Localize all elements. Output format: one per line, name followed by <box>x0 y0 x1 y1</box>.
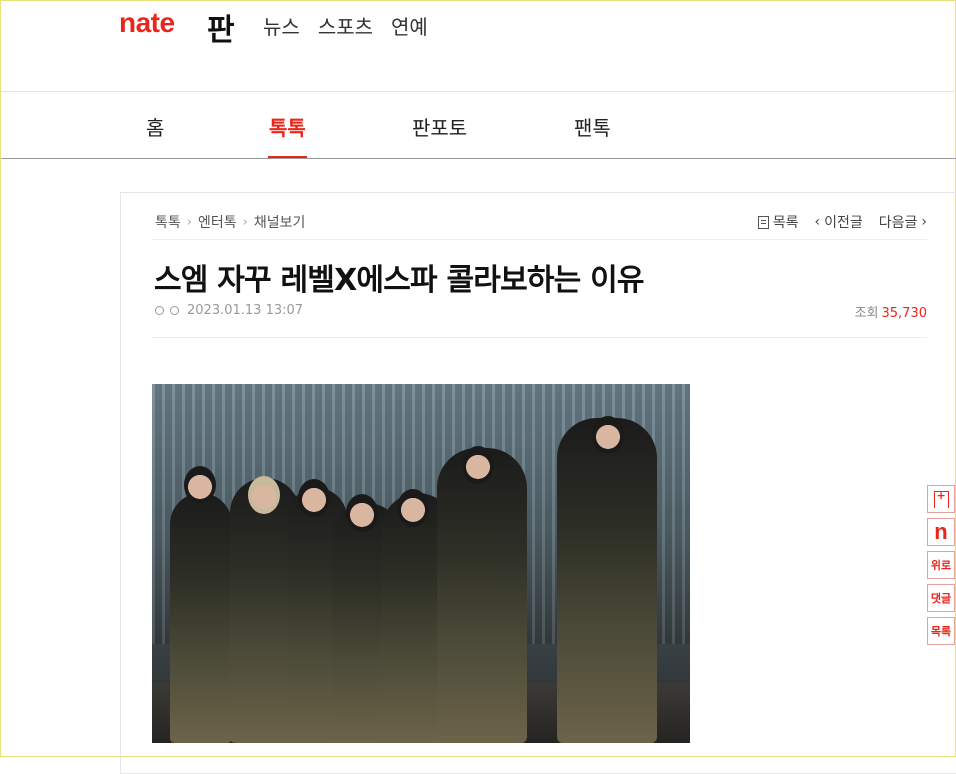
article-nav: 목록 ‹ 이전글 다음글 › <box>757 212 927 232</box>
photo-figure-head <box>462 446 494 484</box>
breadcrumb-entertalk[interactable]: 엔터톡 <box>198 212 237 232</box>
bookmark-button[interactable] <box>927 485 955 513</box>
chevron-right-icon: › <box>242 214 248 230</box>
breadcrumb-toktok[interactable]: 톡톡 <box>155 212 181 232</box>
gnb-news[interactable]: 뉴스 <box>263 11 300 40</box>
tab-home[interactable]: 홈 <box>146 112 164 141</box>
next-label: 다음글 <box>878 215 918 231</box>
views-number: 35,730 <box>881 306 928 321</box>
views-label: 조회 <box>854 306 879 321</box>
photo-figure-head <box>298 479 330 517</box>
photo-figure-head <box>397 489 429 527</box>
global-nav: 뉴스 스포츠 연예 <box>263 11 428 40</box>
article-card: 톡톡 › 엔터톡 › 채널보기 목록 ‹ 이전글 다음글 › 스엠 자꾸 레벨X… <box>120 192 956 774</box>
photo-figure-head <box>248 476 280 514</box>
tab-toktok[interactable]: 톡톡 <box>269 112 306 141</box>
gnb-sports[interactable]: 스포츠 <box>318 11 373 40</box>
list-icon <box>757 215 769 229</box>
divider <box>152 337 927 338</box>
article-title: 스엠 자꾸 레벨X에스파 콜라보하는 이유 <box>154 263 645 298</box>
divider <box>152 239 927 240</box>
author[interactable] <box>155 306 179 315</box>
post-datetime: 2023.01.13 13:07 <box>187 303 304 318</box>
floating-toolbar: n 위로 댓글 목록 <box>927 485 956 645</box>
chevron-left-icon: ‹ <box>814 214 821 230</box>
breadcrumb: 톡톡 › 엔터톡 › 채널보기 <box>155 212 305 232</box>
list-side-button[interactable]: 목록 <box>927 617 955 645</box>
nate-home-button[interactable]: n <box>927 518 955 546</box>
article-photo <box>152 384 690 743</box>
tab-pann-photo[interactable]: 판포토 <box>412 112 467 141</box>
chevron-right-icon: › <box>186 214 192 230</box>
photo-figure-head <box>184 466 216 504</box>
top-header: nate 판 뉴스 스포츠 연예 <box>1 1 956 91</box>
list-button[interactable]: 목록 <box>757 212 799 232</box>
list-label: 목록 <box>772 215 799 231</box>
sub-nav: 홈 톡톡 판포토 팬톡 <box>1 92 956 159</box>
chevron-right-icon: › <box>921 214 927 230</box>
scroll-top-button[interactable]: 위로 <box>927 551 955 579</box>
comments-button[interactable]: 댓글 <box>927 584 955 612</box>
breadcrumb-channel[interactable]: 채널보기 <box>254 212 306 232</box>
tab-fantalk[interactable]: 팬톡 <box>574 112 611 141</box>
nate-logo[interactable]: nate <box>119 7 175 39</box>
photo-figure <box>557 418 657 743</box>
gnb-entertainment[interactable]: 연예 <box>391 11 428 40</box>
author-mark-icon <box>155 306 164 315</box>
view-count: 조회 35,730 <box>855 302 927 321</box>
photo-figure <box>437 448 527 743</box>
author-mark-icon <box>170 306 179 315</box>
article-meta: 2023.01.13 13:07 <box>155 303 303 318</box>
photo-figure-head <box>592 416 624 454</box>
next-button[interactable]: 다음글 › <box>879 212 927 232</box>
bookmark-plus-icon <box>933 489 949 508</box>
subnav-divider <box>1 158 956 159</box>
prev-label: 이전글 <box>824 215 863 231</box>
photo-figure <box>170 493 232 743</box>
prev-button[interactable]: ‹ 이전글 <box>815 212 863 232</box>
pann-logo[interactable]: 판 <box>207 5 235 49</box>
photo-figure-head <box>346 494 378 532</box>
